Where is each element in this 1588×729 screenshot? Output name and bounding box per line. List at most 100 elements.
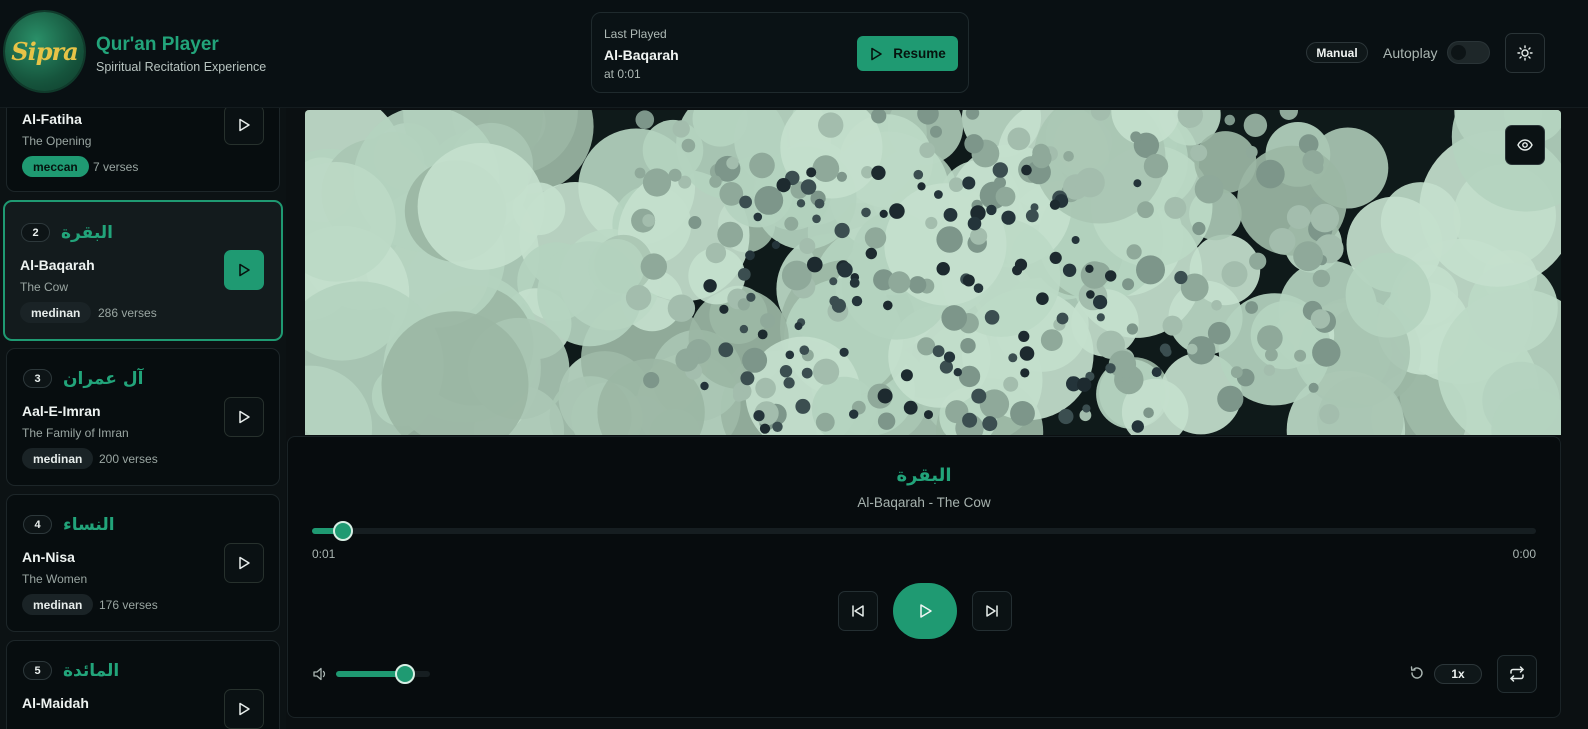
visualizer-bubble	[726, 156, 739, 170]
revelation-type-badge: medinan	[22, 448, 94, 469]
surah-card[interactable]: 5 المائدة Al-Maidah	[6, 640, 280, 729]
surah-card-active[interactable]: 2 البقرة Al-Baqarah The Cow medinan 286 …	[3, 200, 283, 341]
visualizer-bubble	[995, 186, 1016, 207]
mode-badge[interactable]: Manual	[1306, 42, 1368, 63]
previous-button[interactable]	[838, 591, 878, 631]
resume-button[interactable]: Resume	[857, 36, 958, 71]
surah-name: Al-Maidah	[22, 695, 89, 711]
visualizer-particle	[757, 329, 768, 340]
autoplay-label: Autoplay	[1383, 45, 1438, 61]
card-play-button[interactable]	[224, 689, 264, 729]
visualizer-particle	[962, 176, 976, 190]
volume-handle[interactable]	[394, 664, 415, 684]
visualizer-bubble	[1310, 203, 1340, 233]
visualizer-particle	[1001, 210, 1016, 225]
visualizer-bubble	[1063, 151, 1074, 162]
repeat-icon	[1510, 666, 1524, 682]
card-play-button[interactable]	[224, 250, 264, 290]
card-play-button[interactable]	[224, 543, 264, 583]
visualizer-bubble	[925, 216, 938, 230]
last-played-time: at 0:01	[604, 67, 641, 81]
surah-card[interactable]: 4 النساء An-Nisa The Women medinan 176 v…	[6, 494, 280, 632]
visualizer-particle	[739, 195, 752, 209]
surah-arabic-name: البقرة	[61, 223, 113, 243]
visualizer-particle	[800, 179, 817, 195]
visualizer-particle	[759, 423, 771, 434]
volume-icon[interactable]	[312, 666, 328, 682]
volume-slider[interactable]	[336, 664, 430, 684]
visualizer-bubble	[936, 226, 963, 253]
visualizer-particle	[962, 412, 978, 428]
visualizer-particle	[776, 178, 791, 193]
visualizer-particle	[943, 208, 958, 222]
visualizer-bubble	[755, 377, 776, 399]
visualizer-particle	[1086, 290, 1095, 299]
visualizer-bubble	[877, 412, 896, 430]
visualizer-particle	[851, 295, 863, 307]
card-play-button[interactable]	[224, 108, 264, 145]
progress-bar[interactable]	[312, 521, 1536, 541]
visualizer-particle	[934, 190, 943, 199]
visualizer-bubble	[1269, 228, 1296, 255]
visualizer-particle	[796, 199, 806, 208]
visualizer-bubble	[1136, 255, 1165, 285]
repeat-button[interactable]	[1497, 655, 1537, 693]
visualizer-particle	[1105, 270, 1117, 282]
surah-name: Al-Baqarah	[20, 257, 95, 273]
visualizer-bubble	[1137, 201, 1154, 219]
visualizer-particle	[719, 304, 729, 314]
visualizer-particle	[1018, 330, 1030, 342]
toggle-knob	[1451, 45, 1466, 60]
progress-handle[interactable]	[332, 521, 353, 541]
visualizer-bubble	[970, 227, 988, 245]
visualizer-particle	[1030, 203, 1039, 212]
visualizer-bubble	[864, 227, 887, 249]
visualizer-particle	[794, 322, 803, 331]
visualizer-particle	[746, 292, 756, 302]
visualizer-bubble	[1294, 349, 1307, 362]
theme-toggle-button[interactable]	[1505, 33, 1545, 73]
visualizer-bubble	[888, 271, 911, 294]
last-played-surah: Al-Baqarah	[604, 47, 679, 63]
visualizer-bubble	[1221, 261, 1248, 288]
visualizer-bubble	[784, 216, 799, 231]
visualizer-particle	[783, 377, 795, 389]
next-button[interactable]	[972, 591, 1012, 631]
app-logo: Sipra	[5, 12, 84, 91]
surah-number: 2	[21, 223, 50, 242]
surah-card[interactable]: 3 آل عمران Aal-E-Imran The Family of Imr…	[6, 348, 280, 486]
visualizer-particle	[861, 207, 871, 218]
visualizer-particle	[703, 279, 717, 293]
surah-translation: The Opening	[22, 134, 92, 148]
visualizer-bubble	[635, 110, 655, 129]
revelation-type-badge: meccan	[22, 156, 89, 177]
header: Sipra Qur'an Player Spiritual Recitation…	[0, 0, 1588, 108]
visualizer-bubble	[1310, 309, 1331, 329]
visualizer-particle	[883, 300, 893, 311]
visualizer-particle	[1071, 236, 1080, 244]
visualizer-bubble	[688, 216, 702, 229]
surah-card[interactable]: Al-Fatiha The Opening meccan 7 verses	[6, 108, 280, 192]
visualizer-bubble	[1207, 321, 1231, 345]
visualizer-bubble	[625, 285, 652, 311]
visualizer-bubble	[930, 125, 942, 138]
visualizer-bubble	[717, 221, 744, 248]
visualizer-bubble	[818, 112, 844, 138]
visualizer-particle	[812, 214, 821, 224]
toggle-visualizer-button[interactable]	[1505, 125, 1545, 165]
visualizer-particle	[973, 283, 984, 293]
autoplay-toggle[interactable]	[1447, 41, 1490, 64]
surah-name: Al-Fatiha	[22, 111, 82, 127]
resume-label: Resume	[893, 46, 946, 61]
visualizer-bubble	[908, 276, 927, 294]
card-play-button[interactable]	[224, 397, 264, 437]
sun-icon	[1517, 45, 1533, 61]
playback-speed[interactable]: 1x	[1434, 664, 1482, 684]
visualizer-bubble	[1249, 252, 1267, 270]
play-button[interactable]	[893, 583, 957, 639]
visualizer-canvas	[305, 110, 1561, 435]
verse-count: 176 verses	[99, 598, 158, 612]
visualizer-particle	[1019, 346, 1035, 361]
reset-speed-icon[interactable]	[1409, 665, 1425, 681]
visualizer-bubble	[1143, 407, 1154, 419]
